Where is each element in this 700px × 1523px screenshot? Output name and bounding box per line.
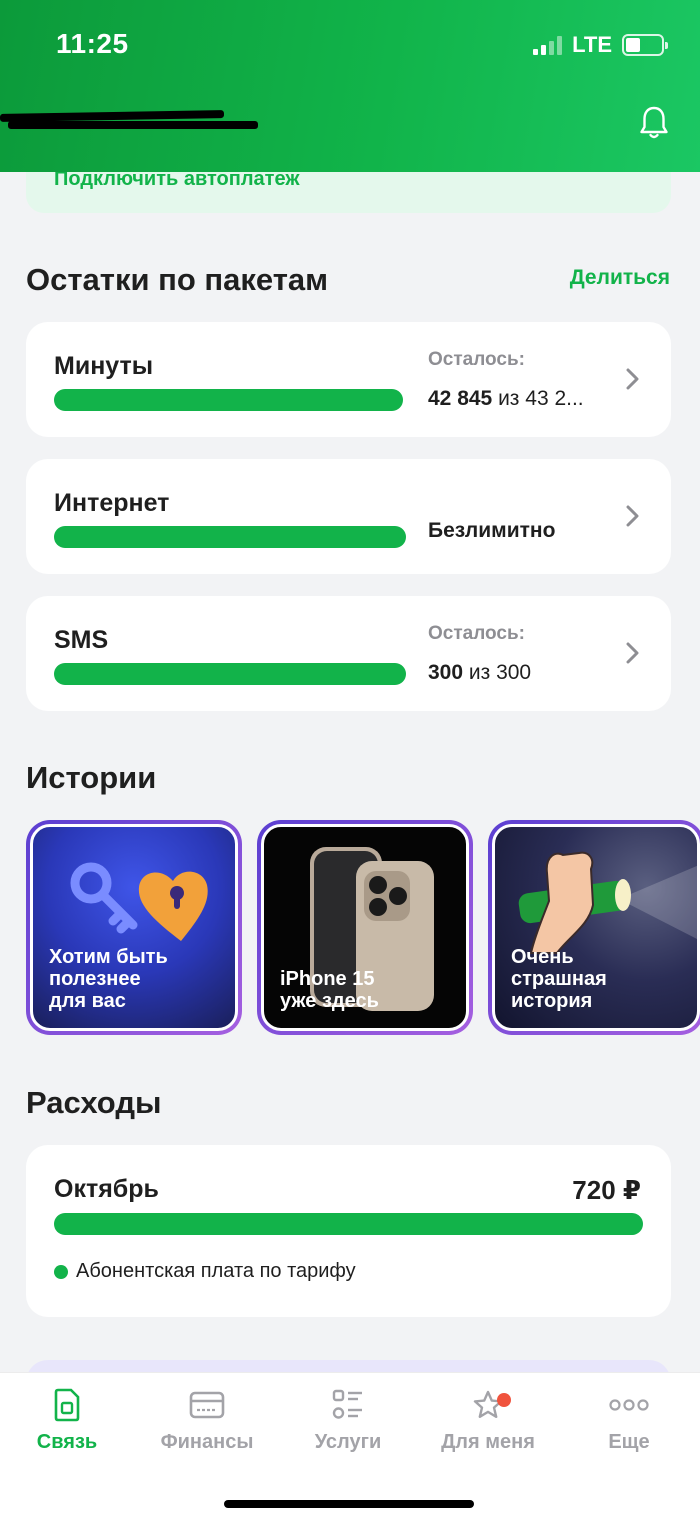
sim-card-icon xyxy=(54,1388,80,1422)
expenses-amount: 720 ₽ xyxy=(572,1175,641,1205)
package-progress-bar xyxy=(54,663,406,685)
story-card[interactable]: Очень страшная история xyxy=(488,820,700,1035)
chevron-right-icon xyxy=(626,368,639,390)
story-caption: Очень страшная история xyxy=(511,946,607,1012)
story-card[interactable]: Хотим быть полезнее для вас xyxy=(26,820,242,1035)
legend-dot-icon xyxy=(54,1264,68,1279)
story-card[interactable]: iPhone 15 уже здесь xyxy=(257,820,473,1035)
list-icon xyxy=(332,1389,362,1419)
package-remaining-value: 42 845 из 43 2... xyxy=(428,387,584,410)
nav-item-finance[interactable]: Финансы xyxy=(142,1385,272,1454)
status-time: 11:25 xyxy=(56,28,129,59)
package-remaining-value: Безлимитно xyxy=(428,519,556,542)
more-icon xyxy=(609,1399,649,1411)
share-link[interactable]: Делиться xyxy=(570,266,670,290)
redacted-phone-number xyxy=(0,110,258,132)
nav-label: Связь xyxy=(36,1431,98,1453)
header: 11:25 LTE xyxy=(0,0,700,172)
nav-item-more[interactable]: Еще xyxy=(564,1385,694,1454)
package-card-minutes[interactable]: Минуты Осталось: 42 845 из 43 2... xyxy=(26,322,671,437)
package-remaining-label: Осталось: xyxy=(428,623,525,644)
story-caption: iPhone 15 уже здесь xyxy=(280,968,379,1012)
story-caption: Хотим быть полезнее для вас xyxy=(49,946,168,1012)
stories-title: Истории xyxy=(26,760,157,795)
signal-icon xyxy=(533,35,563,55)
wallet-icon xyxy=(189,1391,225,1419)
expenses-legend: Абонентская плата по тарифу xyxy=(54,1260,356,1283)
package-progress-bar xyxy=(54,389,403,411)
package-card-internet[interactable]: Интернет Безлимитно xyxy=(26,459,671,574)
nav-label: Еще xyxy=(608,1431,650,1453)
bell-icon[interactable] xyxy=(638,105,670,141)
nav-item-for-me[interactable]: Для меня xyxy=(423,1385,553,1454)
network-type: LTE xyxy=(572,32,612,57)
package-progress-bar xyxy=(54,526,406,548)
nav-label: Финансы xyxy=(160,1431,254,1453)
nav-item-connection[interactable]: Связь xyxy=(2,1385,132,1454)
chevron-right-icon xyxy=(626,642,639,664)
package-name: Минуты xyxy=(54,352,154,380)
stories-carousel[interactable]: Хотим быть полезнее для вас iPhone 15 уж… xyxy=(26,820,700,1035)
status-indicators: LTE xyxy=(533,32,668,58)
legend-label: Абонентская плата по тарифу xyxy=(76,1260,356,1282)
battery-icon xyxy=(622,34,668,56)
expenses-card[interactable]: Октябрь 720 ₽ Абонентская плата по тариф… xyxy=(26,1145,671,1317)
notification-badge xyxy=(497,1393,511,1407)
nav-label: Для меня xyxy=(441,1431,535,1453)
expenses-month: Октябрь xyxy=(54,1175,159,1203)
flashlight-illustration xyxy=(518,851,697,954)
package-name: SMS xyxy=(54,626,109,654)
package-remaining-value: 300 из 300 xyxy=(428,661,532,684)
package-name: Интернет xyxy=(54,489,170,517)
package-card-sms[interactable]: SMS Осталось: 300 из 300 xyxy=(26,596,671,711)
chevron-right-icon xyxy=(626,505,639,527)
expenses-title: Расходы xyxy=(26,1085,162,1120)
key-heart-illustration xyxy=(70,862,208,941)
nav-label: Услуги xyxy=(314,1431,382,1453)
nav-item-services[interactable]: Услуги xyxy=(283,1385,413,1454)
expenses-progress-bar xyxy=(54,1213,643,1235)
packages-title: Остатки по пакетам xyxy=(26,262,329,297)
package-remaining-label: Осталось: xyxy=(428,349,525,370)
home-indicator[interactable] xyxy=(224,1500,474,1508)
